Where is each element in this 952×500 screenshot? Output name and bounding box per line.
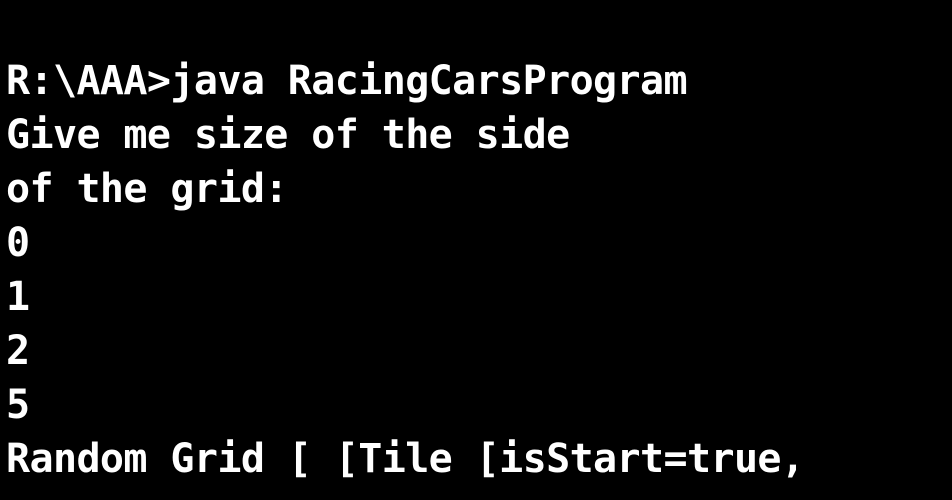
input-echo-line: 2 [6,328,30,374]
output-line: Give me size of the side [6,112,570,158]
input-echo-line: 5 [6,382,30,428]
command-prompt-line: R:\AAA>java RacingCarsProgram [6,58,688,104]
console-output: R:\AAA>java RacingCarsProgram Give me si… [6,54,805,486]
output-line: of the grid: [6,166,288,212]
console-window[interactable]: R:\AAA>java RacingCarsProgram Give me si… [0,0,952,500]
input-echo-line: 0 [6,220,30,266]
input-echo-line: 1 [6,274,30,320]
output-line: Random Grid [ [Tile [isStart=true, [6,436,805,482]
